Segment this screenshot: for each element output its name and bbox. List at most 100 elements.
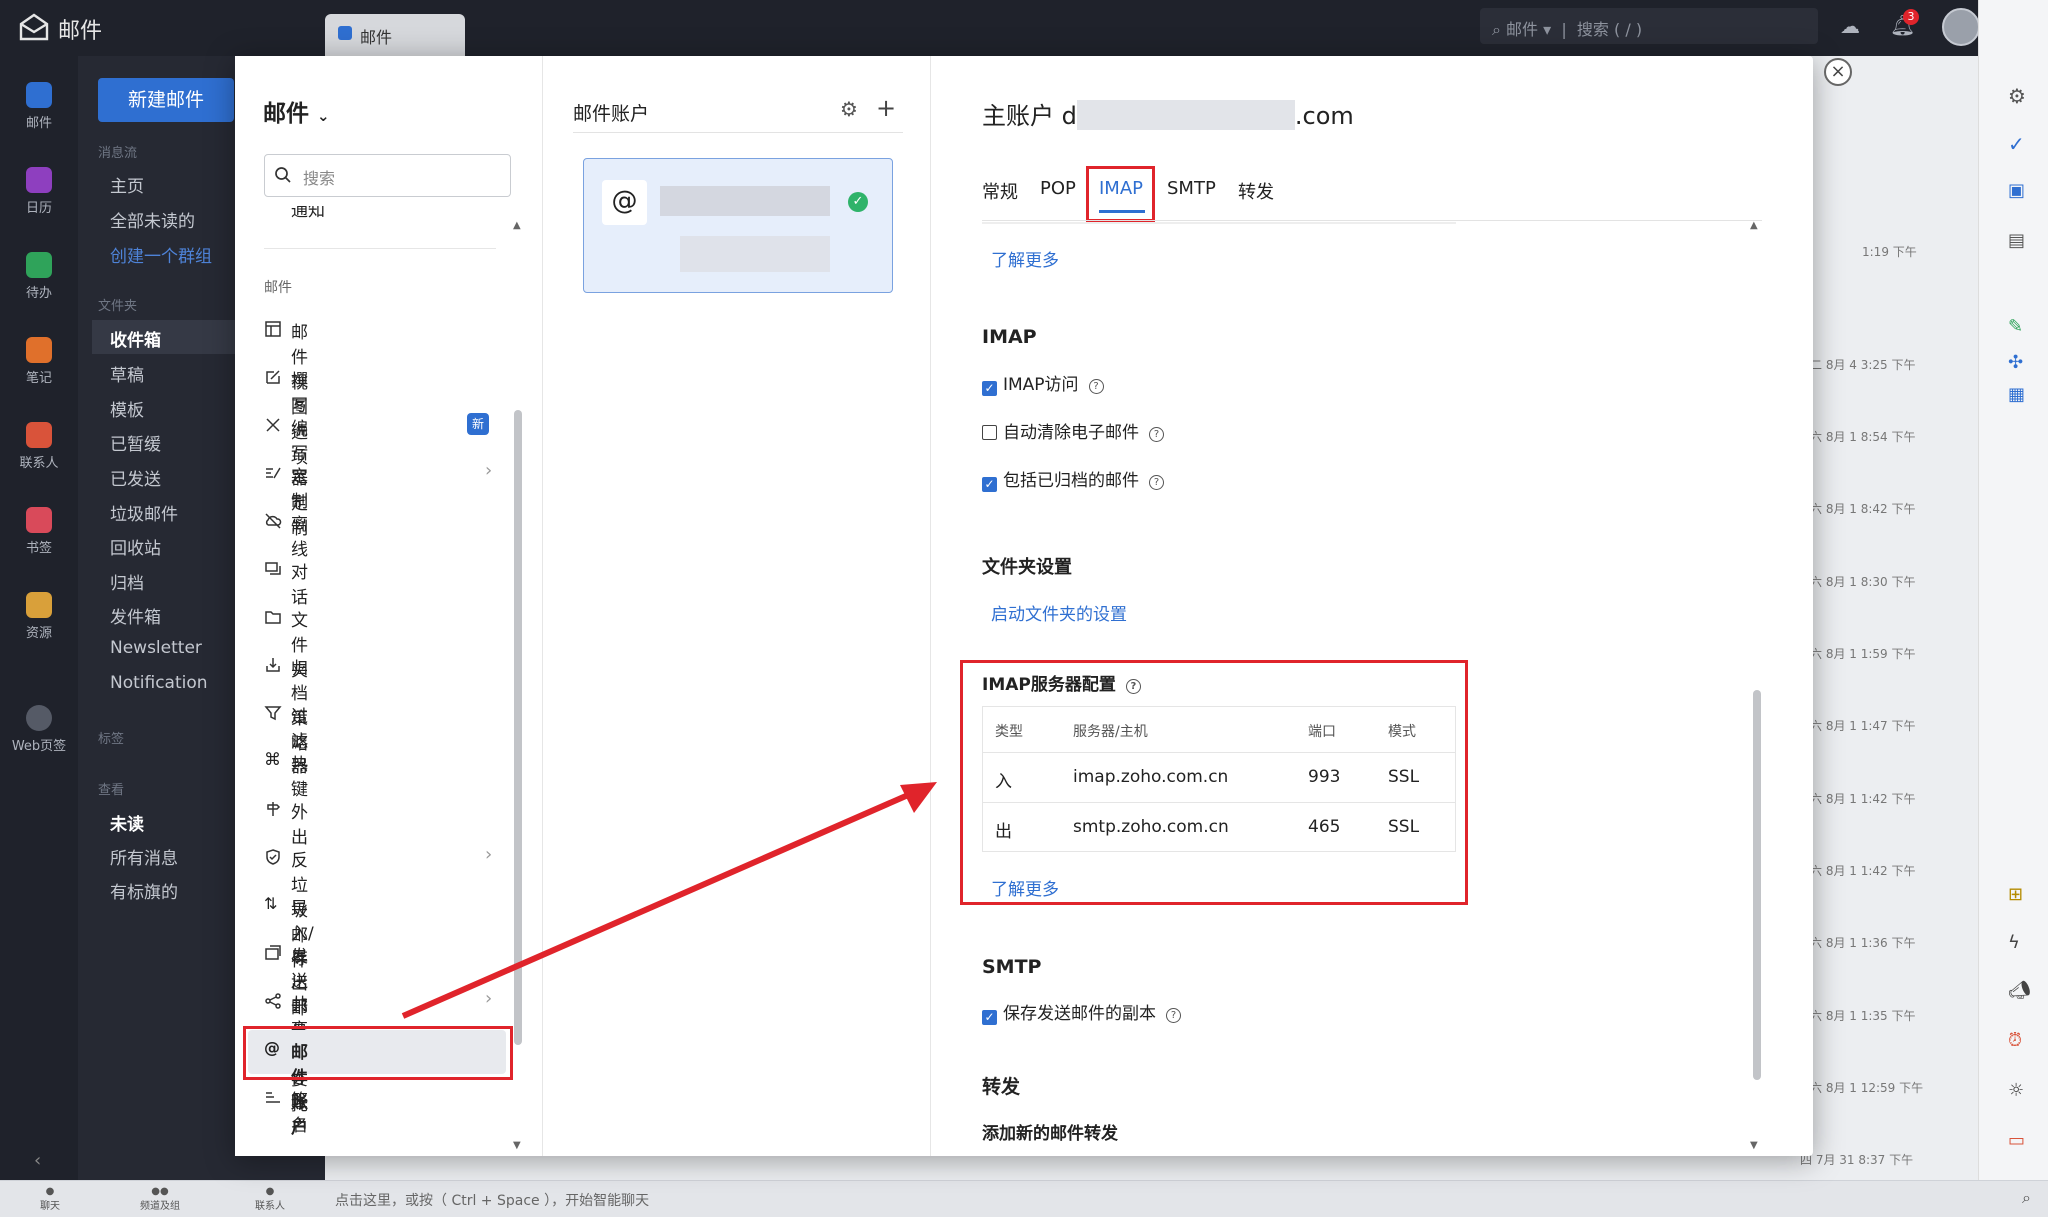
scroll-down-icon[interactable]: ▼ [1750,1140,1758,1151]
nav-all-unread[interactable]: 全部未读的 [110,207,195,232]
nav-snoozed[interactable]: 已暂缓 [110,430,161,455]
bulb-icon[interactable]: ☼ [2008,1080,2024,1101]
settings-search-input[interactable]: 搜索 [264,154,511,197]
pin-icon[interactable]: ✎ [2008,316,2023,337]
settings-scrollbar[interactable] [514,410,522,1045]
global-search[interactable]: ⌕ 邮件 ▾ | 搜索 ( / ) [1480,8,1818,44]
mail-icon [26,82,52,108]
search-small-icon[interactable]: ⌕ [2022,1188,2031,1208]
tab-forward[interactable]: 转发 [1238,178,1274,204]
rail-todo[interactable]: 待办 [0,252,78,301]
rail-notes[interactable]: 笔记 [0,337,78,386]
include-archived-option[interactable]: ✓ 包括已归档的邮件? [982,466,1164,492]
nav-inbox[interactable]: 收件箱 [110,326,161,351]
tab-pop[interactable]: POP [1040,178,1076,199]
account-card[interactable] [583,158,893,293]
forward-heading: 转发 [982,1076,1021,1098]
settings-gear-icon[interactable]: ⚙ [2008,84,2026,108]
help-icon[interactable]: ? [1166,1008,1181,1023]
lightning-icon[interactable]: ϟ [2008,932,2020,953]
chevron-right-icon: › [485,988,493,1009]
rail-contacts[interactable]: 联系人 [0,422,78,471]
learn-more-link[interactable]: 了解更多 [991,246,1059,271]
rail-calendar[interactable]: 日历 [0,167,78,216]
scroll-up-icon[interactable]: ▲ [513,220,521,231]
highlight-box-server-config [960,660,1468,905]
nav-spam[interactable]: 垃圾邮件 [110,500,178,525]
tab-smtp[interactable]: SMTP [1167,178,1216,199]
alarm-icon[interactable]: ⏰︎ [2008,1030,2022,1051]
help-icon[interactable]: ? [1088,379,1104,394]
checkbox-checked[interactable]: ✓ [982,1010,997,1025]
imap-access-option[interactable]: ✓ IMAP访问? [982,370,1104,396]
close-button[interactable]: × [1824,58,1852,86]
chat-tab[interactable]: ● 聊天 [25,1186,75,1212]
mail-timestamp: 1:19 下午 [1862,245,1917,259]
chevron-right-icon: › [485,460,493,481]
auto-expunge-option[interactable]: 自动清除电子邮件? [982,418,1164,443]
nav-archive[interactable]: 归档 [110,569,144,594]
checkbox-checked[interactable]: ✓ [982,381,997,396]
checkbox-checked[interactable]: ✓ [982,477,997,492]
nav-drafts[interactable]: 草稿 [110,361,144,386]
rail-mail[interactable]: 邮件 [0,82,78,131]
nav-flagged[interactable]: 有标旗的 [110,878,178,903]
scroll-down-icon[interactable]: ▼ [513,1140,521,1151]
scroll-up-icon[interactable]: ▲ [1750,220,1758,231]
folder-icon [265,611,281,624]
rail-resources[interactable]: 资源 [0,592,78,641]
mail-timestamp: 六 8月 1 1:59 下午 [1810,647,1916,661]
nav-outbox[interactable]: 发件箱 [110,603,161,628]
help-icon[interactable]: ? [1149,427,1164,442]
nav-sent[interactable]: 已发送 [110,465,161,490]
chart-icon[interactable]: ▦ [2008,384,2025,405]
channels-tab[interactable]: ●● 频道及组 [135,1186,185,1212]
collapse-icon[interactable]: ‹ [34,1150,41,1171]
calendar-small-icon[interactable]: ▣ [2008,180,2025,201]
folder-settings-link[interactable]: 启动文件夹的设置 [991,600,1127,625]
app-title: 邮件 [58,19,103,44]
checkbox-unchecked[interactable] [982,425,997,440]
nav-all-messages[interactable]: 所有消息 [110,844,178,869]
nav-home[interactable]: 主页 [110,172,144,197]
signature-icon [266,1092,280,1103]
nav-templates[interactable]: 模板 [110,396,144,421]
nav-notification[interactable]: Notification [110,673,208,693]
puzzle-icon[interactable]: ✣ [2008,352,2023,373]
tab-general[interactable]: 常规 [982,178,1018,204]
rail-bookmarks[interactable]: 书签 [0,507,78,556]
smart-chat-hint[interactable]: 点击这里，或按（ Ctrl + Space ），开始智能聊天 [335,1190,649,1210]
nav-newsletter[interactable]: Newsletter [110,638,202,658]
help-icon[interactable]: ? [1149,475,1164,490]
smtp-heading: SMTP [982,956,1042,978]
new-mail-button[interactable]: 新建邮件 [98,78,234,122]
nav-unread[interactable]: 未读 [110,810,144,835]
add-forward-heading: 添加新的邮件转发 [982,1124,1118,1144]
view-heading: 查看 [98,783,125,798]
cloud-icon[interactable]: ☁ [1840,14,1860,38]
add-icon[interactable]: ⊞ [2008,884,2023,905]
group-icon: ●● [151,1186,169,1197]
close-icon: × [1830,61,1846,82]
save-sent-copy-option[interactable]: ✓ 保存发送邮件的副本? [982,999,1181,1025]
chat-icon[interactable]: ▭ [2008,1130,2025,1151]
contacts-tab[interactable]: ● 联系人 [245,1186,295,1212]
detail-scrollbar[interactable] [1753,690,1761,1080]
mail-timestamp: 六 8月 1 1:47 下午 [1810,719,1916,733]
highlight-box-mail-accounts [243,1026,513,1080]
search-scope[interactable]: 邮件 [1506,20,1538,39]
add-account-button[interactable]: + [876,94,896,122]
settings-title[interactable]: 邮件 ⌄ [263,94,330,128]
nav-trash[interactable]: 回收站 [110,534,161,559]
nav-create-group[interactable]: 创建一个群组 [110,242,212,267]
gear-icon[interactable]: ⚙ [840,97,858,121]
avatar[interactable] [1942,8,1980,46]
folder-heading: 文件夹 [98,299,138,314]
contact-card-icon[interactable]: ▤ [2008,230,2025,251]
megaphone-icon[interactable]: 📣︎ [2008,980,2031,1001]
settings-item-partial[interactable]: 通知 [264,206,494,218]
divider [982,222,1456,224]
mail-timestamp: 六 8月 1 8:54 下午 [1810,430,1916,444]
check-list-icon[interactable]: ✓ [2008,132,2025,156]
rail-webtab[interactable]: Web页签 [0,705,78,754]
